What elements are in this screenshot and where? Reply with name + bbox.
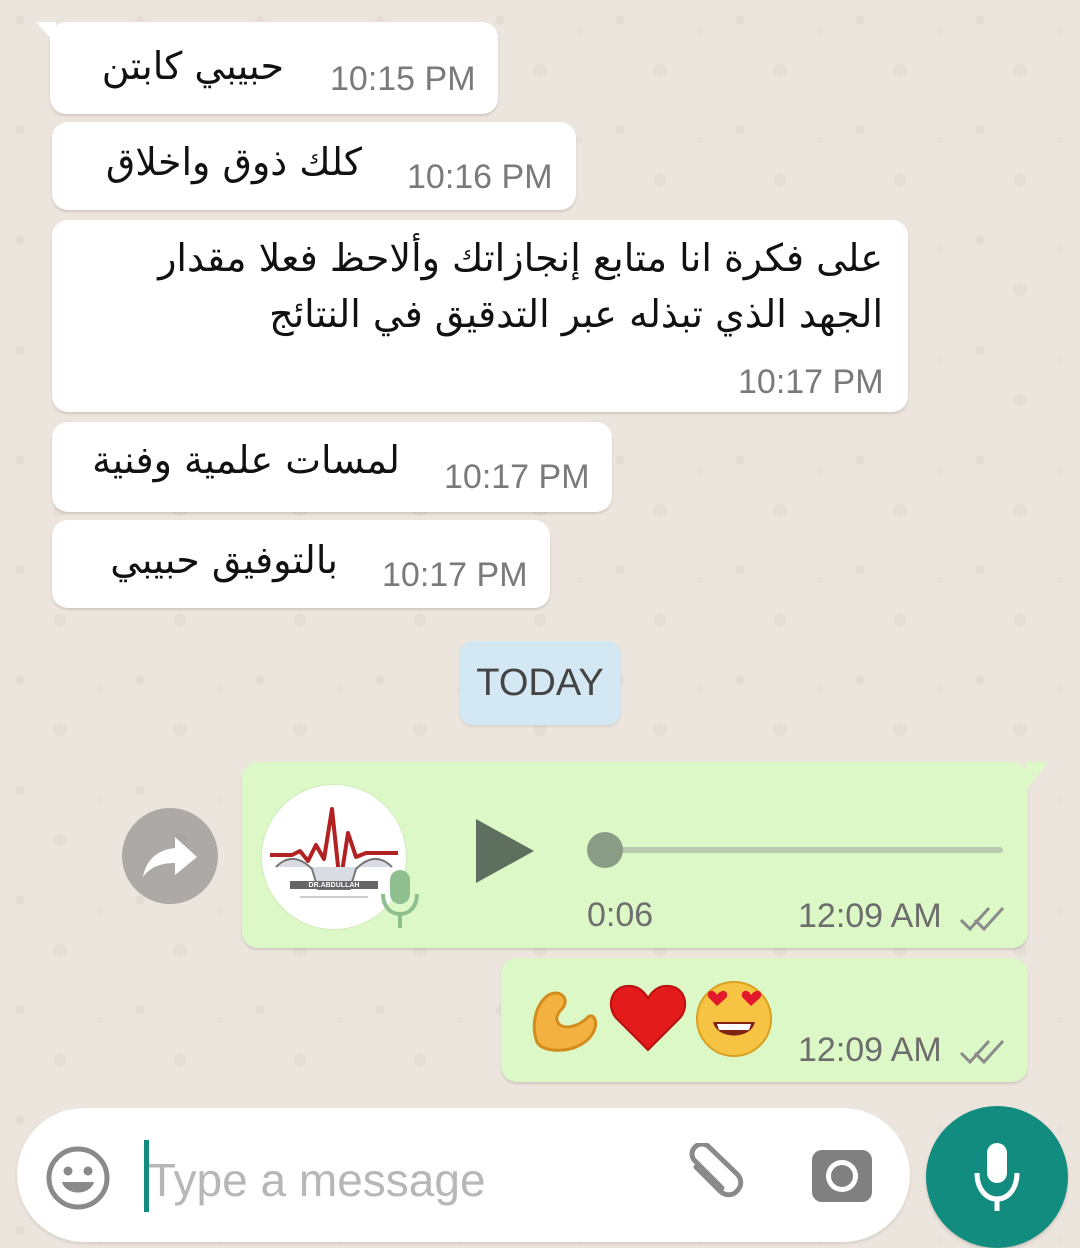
flexed-biceps-icon [532, 991, 597, 1052]
message-time: 12:09 AM [798, 897, 942, 935]
date-separator: TODAY [459, 641, 621, 725]
message-time: 10:15 PM [330, 60, 476, 98]
camera-icon [812, 1150, 872, 1202]
double-check-icon [959, 1037, 1007, 1067]
voice-note-mic-icon [378, 868, 422, 930]
message-time: 12:09 AM [798, 1031, 942, 1069]
emoji-button[interactable] [44, 1144, 112, 1212]
attach-button[interactable] [676, 1141, 746, 1213]
microphone-icon [974, 1143, 1020, 1211]
message-time: 10:17 PM [444, 458, 590, 496]
forward-icon [143, 837, 197, 877]
message-text: كلك ذوق واخلاق [105, 140, 362, 184]
bubble-tail [1026, 762, 1048, 790]
message-text: بالتوفيق حبيبي [110, 538, 338, 582]
forward-button[interactable] [122, 808, 218, 904]
voice-duration: 0:06 [587, 896, 654, 934]
double-check-icon [959, 904, 1007, 934]
microphone-button[interactable] [926, 1106, 1068, 1248]
message-time: 10:17 PM [382, 556, 528, 594]
message-time: 10:17 PM [738, 363, 884, 401]
play-button[interactable] [470, 815, 538, 887]
logo-text: DR.ABDULLAH [309, 882, 360, 889]
audio-progress-handle[interactable] [587, 832, 623, 868]
smiley-icon [46, 1146, 110, 1210]
message-text: حبيبي كابتن [101, 44, 284, 88]
emoji-sequence [525, 978, 775, 1060]
message-input[interactable] [148, 1142, 648, 1218]
play-icon [476, 819, 534, 883]
message-text-line-2: الجهد الذي تبذله عبر التدقيق في النتائج [269, 292, 883, 336]
message-text: لمسات علمية وفنية [92, 438, 400, 482]
red-heart-icon [609, 984, 687, 1052]
heart-eyes-icon [696, 981, 772, 1057]
message-time: 10:16 PM [407, 158, 553, 196]
camera-button[interactable] [810, 1144, 874, 1208]
bubble-tail [36, 22, 56, 44]
audio-progress-track[interactable] [603, 847, 1003, 853]
paperclip-icon [689, 1141, 744, 1198]
message-text-line-1: على فكرة انا متابع إنجازاتك وألاحظ فعلا … [158, 236, 883, 280]
